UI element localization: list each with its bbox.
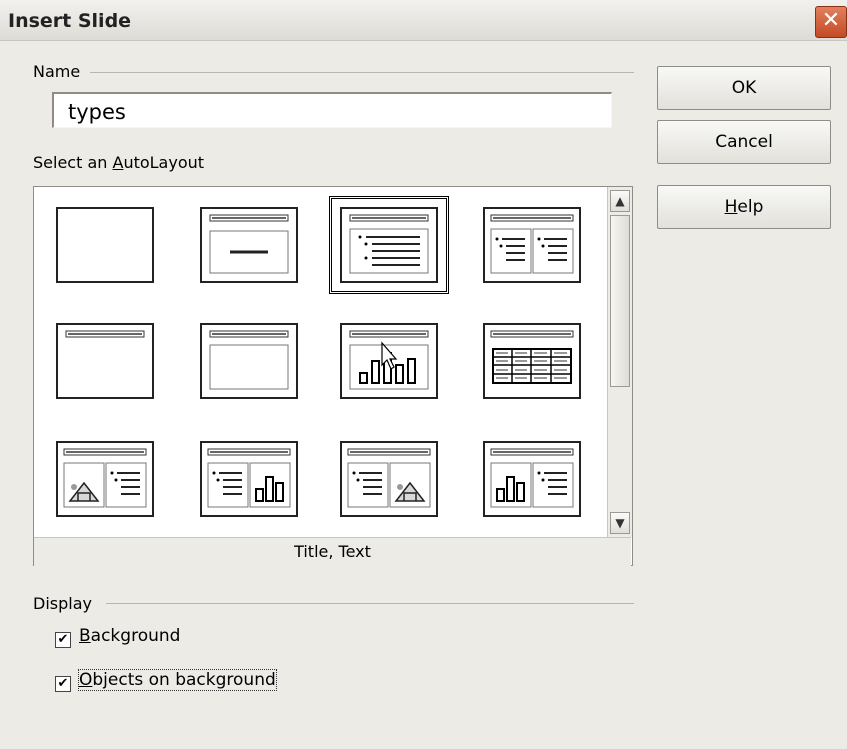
layout-title-chart-text[interactable] — [483, 441, 581, 517]
layout-preview-icon — [349, 330, 429, 390]
slide-thumbnail — [56, 323, 154, 399]
layout-preview-icon — [65, 330, 145, 338]
slide-thumbnail — [200, 441, 298, 517]
layout-title-text-chart[interactable] — [200, 441, 298, 517]
layout-preview-icon — [207, 448, 291, 508]
slide-thumbnail — [340, 207, 438, 283]
layout-title-text[interactable] — [329, 196, 449, 294]
background-accel: B — [79, 626, 91, 646]
title-bar[interactable]: Insert Slide ✕ — [0, 0, 847, 41]
layout-title-chart[interactable] — [340, 323, 438, 399]
cancel-button[interactable]: Cancel — [657, 120, 831, 164]
autolayout-label: Select an AutoLayout — [33, 153, 204, 172]
autolayout-label-pre: Select an — [33, 153, 113, 172]
slide-name-input[interactable]: types — [52, 92, 612, 128]
help-label: elp — [737, 197, 764, 217]
slide-thumbnail — [56, 441, 154, 517]
layout-preview-icon — [490, 330, 574, 384]
scroll-thumb[interactable] — [610, 215, 630, 387]
background-checkbox[interactable]: ✔ — [55, 632, 71, 648]
close-icon[interactable]: ✕ — [815, 6, 847, 38]
name-group-divider — [90, 72, 634, 73]
slide-thumbnail — [483, 207, 581, 283]
layout-blank[interactable] — [56, 207, 154, 283]
layout-preview-icon — [490, 448, 574, 508]
layout-preview-icon — [209, 214, 289, 274]
background-checkbox-row[interactable]: ✔ Background — [55, 624, 180, 648]
layout-preview-icon — [349, 214, 429, 274]
help-accel: H — [724, 197, 738, 217]
objects-accel: O — [79, 670, 93, 690]
layout-title-clipart-text[interactable] — [56, 441, 154, 517]
objects-label-rest: bjects on background — [92, 670, 276, 690]
display-group-label: Display — [33, 594, 98, 613]
layout-preview-icon — [63, 448, 147, 508]
slide-thumbnail — [483, 441, 581, 517]
scroll-up-icon[interactable]: ▲ — [610, 190, 630, 212]
scroll-down-icon[interactable]: ▼ — [610, 512, 630, 534]
autolayout-chooser[interactable]: ▲ ▼ Title, Text — [33, 186, 633, 566]
autolayout-label-accel: A — [112, 153, 124, 172]
window-title: Insert Slide — [8, 10, 132, 32]
objects-on-background-label: Objects on background — [78, 669, 277, 691]
slide-thumbnail — [200, 323, 298, 399]
ok-button[interactable]: OK — [657, 66, 831, 110]
slide-thumbnail — [56, 207, 154, 283]
layout-title-text-clipart[interactable] — [340, 441, 438, 517]
display-group-divider — [106, 603, 634, 604]
objects-on-background-checkbox[interactable]: ✔ — [55, 676, 71, 692]
layout-preview-icon — [209, 330, 289, 390]
layout-title-only[interactable] — [56, 323, 154, 399]
slide-thumbnail — [340, 441, 438, 517]
slide-thumbnail — [340, 323, 438, 399]
autolayout-label-post: utoLayout — [123, 153, 205, 172]
layout-title-table[interactable] — [483, 323, 581, 399]
layout-title-2-text[interactable] — [483, 207, 581, 283]
layout-title-only-centered[interactable] — [200, 207, 298, 283]
layout-preview-icon — [347, 448, 431, 508]
objects-checkbox-row[interactable]: ✔ Objects on background — [55, 668, 277, 692]
slide-thumbnail — [200, 207, 298, 283]
layout-title-content[interactable] — [200, 323, 298, 399]
layout-scrollbar[interactable]: ▲ ▼ — [607, 187, 632, 537]
background-label: ackground — [90, 626, 181, 646]
layout-preview-icon — [490, 214, 574, 274]
insert-slide-dialog: Insert Slide ✕ Name types OK Cancel Help… — [0, 0, 847, 749]
name-group-label: Name — [33, 62, 87, 81]
help-button[interactable]: Help — [657, 185, 831, 229]
slide-thumbnail — [483, 323, 581, 399]
selected-layout-caption: Title, Text — [34, 537, 631, 566]
